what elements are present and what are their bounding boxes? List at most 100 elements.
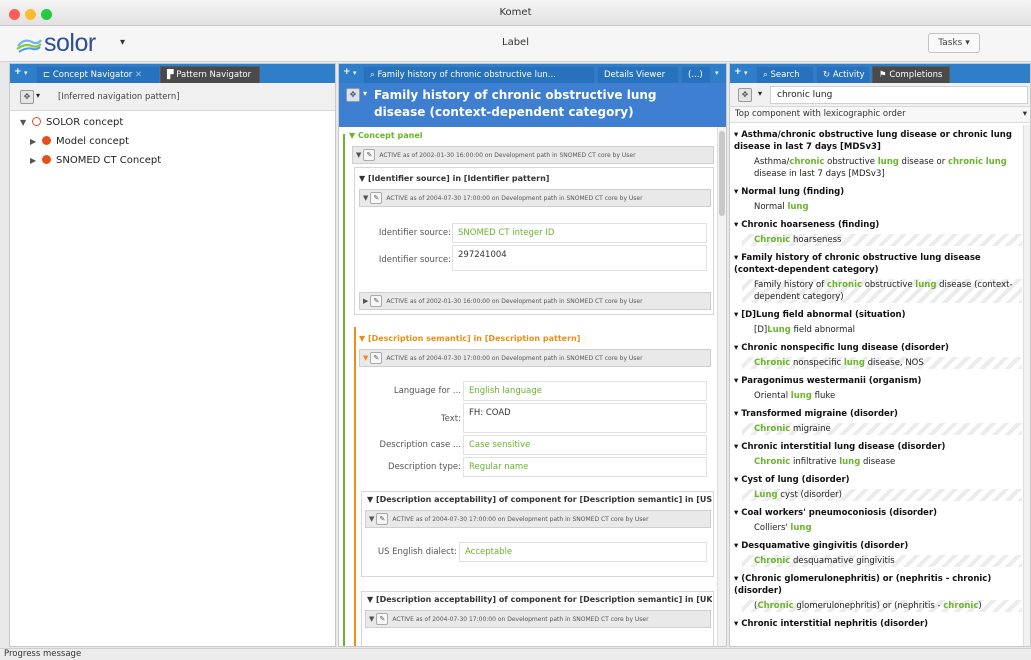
search-result-item[interactable]: ▾ Paragonimus westermanii (organism) Orie… bbox=[734, 375, 1022, 406]
collapse-caret-icon[interactable]: ▼ bbox=[363, 354, 368, 362]
search-result-item[interactable]: ▾ Transformed migraine (disorder) Chronic… bbox=[734, 408, 1022, 439]
add-tab-button[interactable]: + bbox=[343, 67, 351, 77]
result-matched-text: [D]Lung field abnormal bbox=[754, 325, 855, 335]
nav-pattern-label: [Inferred navigation pattern] bbox=[58, 92, 180, 102]
result-matched-text: Chronic desquamative gingivitis bbox=[742, 555, 1022, 567]
add-tab-button[interactable]: + bbox=[14, 67, 22, 77]
search-result-item[interactable]: ▾ (Chronic glomerulonephritis) or (nephr… bbox=[734, 573, 1022, 616]
tree-item-model-concept[interactable]: ▶ Model concept bbox=[30, 136, 129, 154]
chevron-down-icon[interactable]: ▾ bbox=[758, 89, 762, 98]
search-result-item[interactable]: ▾ Normal lung (finding) Normal lung bbox=[734, 186, 1022, 217]
tab-overflow[interactable]: (...) bbox=[681, 66, 711, 83]
search-result-item[interactable]: ▾ Chronic hoarseness (finding) Chronic ho… bbox=[734, 219, 1022, 250]
result-order-select[interactable]: Top component with lexicographic order ▾ bbox=[730, 107, 1030, 123]
collapsed-caret-icon[interactable]: ▶ bbox=[30, 156, 42, 165]
concept-panel-header[interactable]: ▼ Concept panel bbox=[349, 131, 423, 140]
search-result-item[interactable]: ▾ Cyst of lung (disorder) Lung cyst (diso… bbox=[734, 474, 1022, 505]
expand-caret-icon[interactable]: ▶ bbox=[363, 297, 368, 305]
collapse-caret-icon[interactable]: ▼ bbox=[363, 194, 368, 202]
edit-pencil-icon[interactable]: ✎ bbox=[363, 149, 376, 161]
tab-details-viewer[interactable]: Details Viewer bbox=[597, 66, 679, 83]
language-field[interactable]: English language bbox=[463, 381, 707, 401]
search-scope-icon[interactable]: ✥ bbox=[738, 88, 752, 102]
tab-activity[interactable]: ↻ Activity bbox=[816, 66, 870, 83]
collapse-caret-icon[interactable]: ▼ bbox=[369, 615, 374, 623]
flag-icon: ⚑ bbox=[879, 70, 890, 80]
results-scrollbar[interactable] bbox=[1023, 125, 1030, 646]
details-viewer-panel: + ▾ ⌕ Family history of chronic obstruct… bbox=[338, 63, 727, 647]
chevron-down-icon[interactable]: ▾ bbox=[1023, 107, 1027, 122]
us-dialect-label: US English dialect: bbox=[377, 547, 457, 557]
description-section-header[interactable]: ▼ [Description semantic] in [Description… bbox=[359, 334, 580, 343]
chevron-down-icon[interactable]: ▾ bbox=[36, 91, 40, 100]
tab-menu-chevron-icon[interactable]: ▾ bbox=[744, 69, 748, 77]
result-matched-text: Normal lung bbox=[754, 202, 809, 212]
tree-item-snomed-ct-concept[interactable]: ▶ SNOMED CT Concept bbox=[30, 155, 161, 173]
uk-acceptability-header[interactable]: ▼ [Description acceptability] of compone… bbox=[367, 595, 712, 604]
tab-menu-chevron-icon[interactable]: ▾ bbox=[353, 69, 357, 77]
identifier-value-field[interactable]: 297241004 bbox=[452, 245, 707, 271]
search-result-item[interactable]: ▾ Family history of chronic obstructive … bbox=[734, 252, 1022, 307]
tab-search[interactable]: ⌕ Search bbox=[756, 66, 814, 83]
description-type-field[interactable]: Regular name bbox=[463, 457, 707, 477]
collapse-caret-icon[interactable]: ▼ bbox=[369, 515, 374, 523]
result-title: ▾ Family history of chronic obstructive … bbox=[734, 253, 981, 275]
tree-item-solor-concept[interactable]: ▼ SOLOR concept bbox=[20, 117, 123, 135]
chevron-down-icon[interactable]: ▾ bbox=[363, 89, 367, 98]
scrollbar-thumb[interactable] bbox=[719, 131, 725, 216]
text-label: Text: bbox=[440, 414, 461, 424]
description-type-label: Description type: bbox=[388, 462, 461, 472]
collapse-caret-icon[interactable]: ▼ bbox=[356, 151, 361, 159]
search-result-item[interactable]: ▾ [D]Lung field abnormal (situation) [D]L… bbox=[734, 309, 1022, 340]
text-field[interactable]: FH: COAD bbox=[463, 403, 707, 433]
tab-family-history-concept[interactable]: ⌕ Family history of chronic obstructive … bbox=[363, 66, 595, 83]
language-label: Language for ... bbox=[393, 386, 461, 396]
search-input[interactable]: chronic lung bbox=[770, 86, 1028, 104]
result-title: ▾ (Chronic glomerulonephritis) or (nephr… bbox=[734, 574, 992, 596]
edit-pencil-icon[interactable]: ✎ bbox=[370, 352, 383, 364]
concept-title-header: ✥ ▾ Family history of chronic obstructiv… bbox=[339, 83, 726, 127]
result-matched-text: Lung cyst (disorder) bbox=[742, 489, 1022, 501]
activity-icon: ↻ bbox=[823, 70, 833, 80]
concept-dot-icon bbox=[32, 117, 41, 126]
tab-completions[interactable]: ⚑ Completions bbox=[872, 66, 950, 83]
edit-pencil-icon[interactable]: ✎ bbox=[376, 613, 389, 625]
tasks-button[interactable]: Tasks ▾ bbox=[928, 33, 980, 53]
tab-menu-chevron-icon[interactable]: ▾ bbox=[24, 69, 28, 77]
search-result-item[interactable]: ▾ Coal workers' pneumoconiosis (disorder… bbox=[734, 507, 1022, 538]
identifier-section-header[interactable]: ▼ [Identifier source] in [Identifier pat… bbox=[359, 174, 549, 183]
search-result-item[interactable]: ▾ Chronic nonspecific lung disease (diso… bbox=[734, 342, 1022, 373]
search-result-item[interactable]: ▾ Asthma/chronic obstructive lung diseas… bbox=[734, 129, 1022, 184]
edit-pencil-icon[interactable]: ✎ bbox=[376, 513, 389, 525]
search-result-item[interactable]: ▾ Chronic interstitial nephritis (disord… bbox=[734, 618, 1022, 630]
nav-pattern-selector-icon[interactable]: ✥ bbox=[20, 90, 34, 104]
search-result-item[interactable]: ▾ Desquamative gingivitis (disorder) Chro… bbox=[734, 540, 1022, 571]
window-titlebar: Komet bbox=[0, 0, 1031, 26]
edit-pencil-icon[interactable]: ✎ bbox=[370, 192, 383, 204]
stamp-bar-2004: ▼ ✎ ACTIVE as of 2004-07-30 17:00:00 on De… bbox=[359, 189, 711, 207]
identifier-source-field[interactable]: SNOMED CT integer ID bbox=[452, 223, 707, 243]
description-case-field[interactable]: Case sensitive bbox=[463, 435, 707, 455]
window-title: Komet bbox=[499, 7, 532, 18]
status-bar: Progress message bbox=[0, 648, 1031, 660]
header-label: Label bbox=[502, 37, 529, 48]
collapsed-caret-icon[interactable]: ▶ bbox=[30, 137, 42, 146]
expanded-caret-icon[interactable]: ▼ bbox=[20, 118, 32, 127]
tab-pattern-navigator[interactable]: ▛ Pattern Navigator bbox=[160, 66, 260, 83]
result-title: ▾ Coal workers' pneumoconiosis (disorder… bbox=[734, 508, 938, 518]
concept-selector-icon[interactable]: ✥ bbox=[346, 88, 360, 102]
result-title: ▾ Asthma/chronic obstructive lung diseas… bbox=[734, 130, 1012, 152]
search-result-item[interactable]: ▾ Chronic interstitial lung disease (dis… bbox=[734, 441, 1022, 472]
edit-pencil-icon[interactable]: ✎ bbox=[370, 295, 383, 307]
result-title: ▾ Paragonimus westermanii (organism) bbox=[734, 376, 922, 386]
concept-navigator-panel: + ▾ ⊏ Concept Navigator ✕ ▛ Pattern Navi… bbox=[9, 63, 336, 647]
stamp-bar-us: ▼ ✎ ACTIVE as of 2004-07-30 17:00:00 on De… bbox=[365, 510, 711, 528]
tabs-dropdown-icon[interactable]: ▾ bbox=[715, 69, 719, 77]
us-dialect-field[interactable]: Acceptable bbox=[459, 542, 707, 562]
details-scrollbar[interactable] bbox=[717, 127, 726, 646]
us-acceptability-header[interactable]: ▼ [Description acceptability] of compone… bbox=[367, 495, 712, 504]
add-tab-button[interactable]: + bbox=[734, 67, 742, 77]
tab-concept-navigator[interactable]: ⊏ Concept Navigator ✕ bbox=[36, 66, 160, 83]
result-title: ▾ Transformed migraine (disorder) bbox=[734, 409, 898, 419]
description-semantic-border bbox=[354, 327, 356, 646]
